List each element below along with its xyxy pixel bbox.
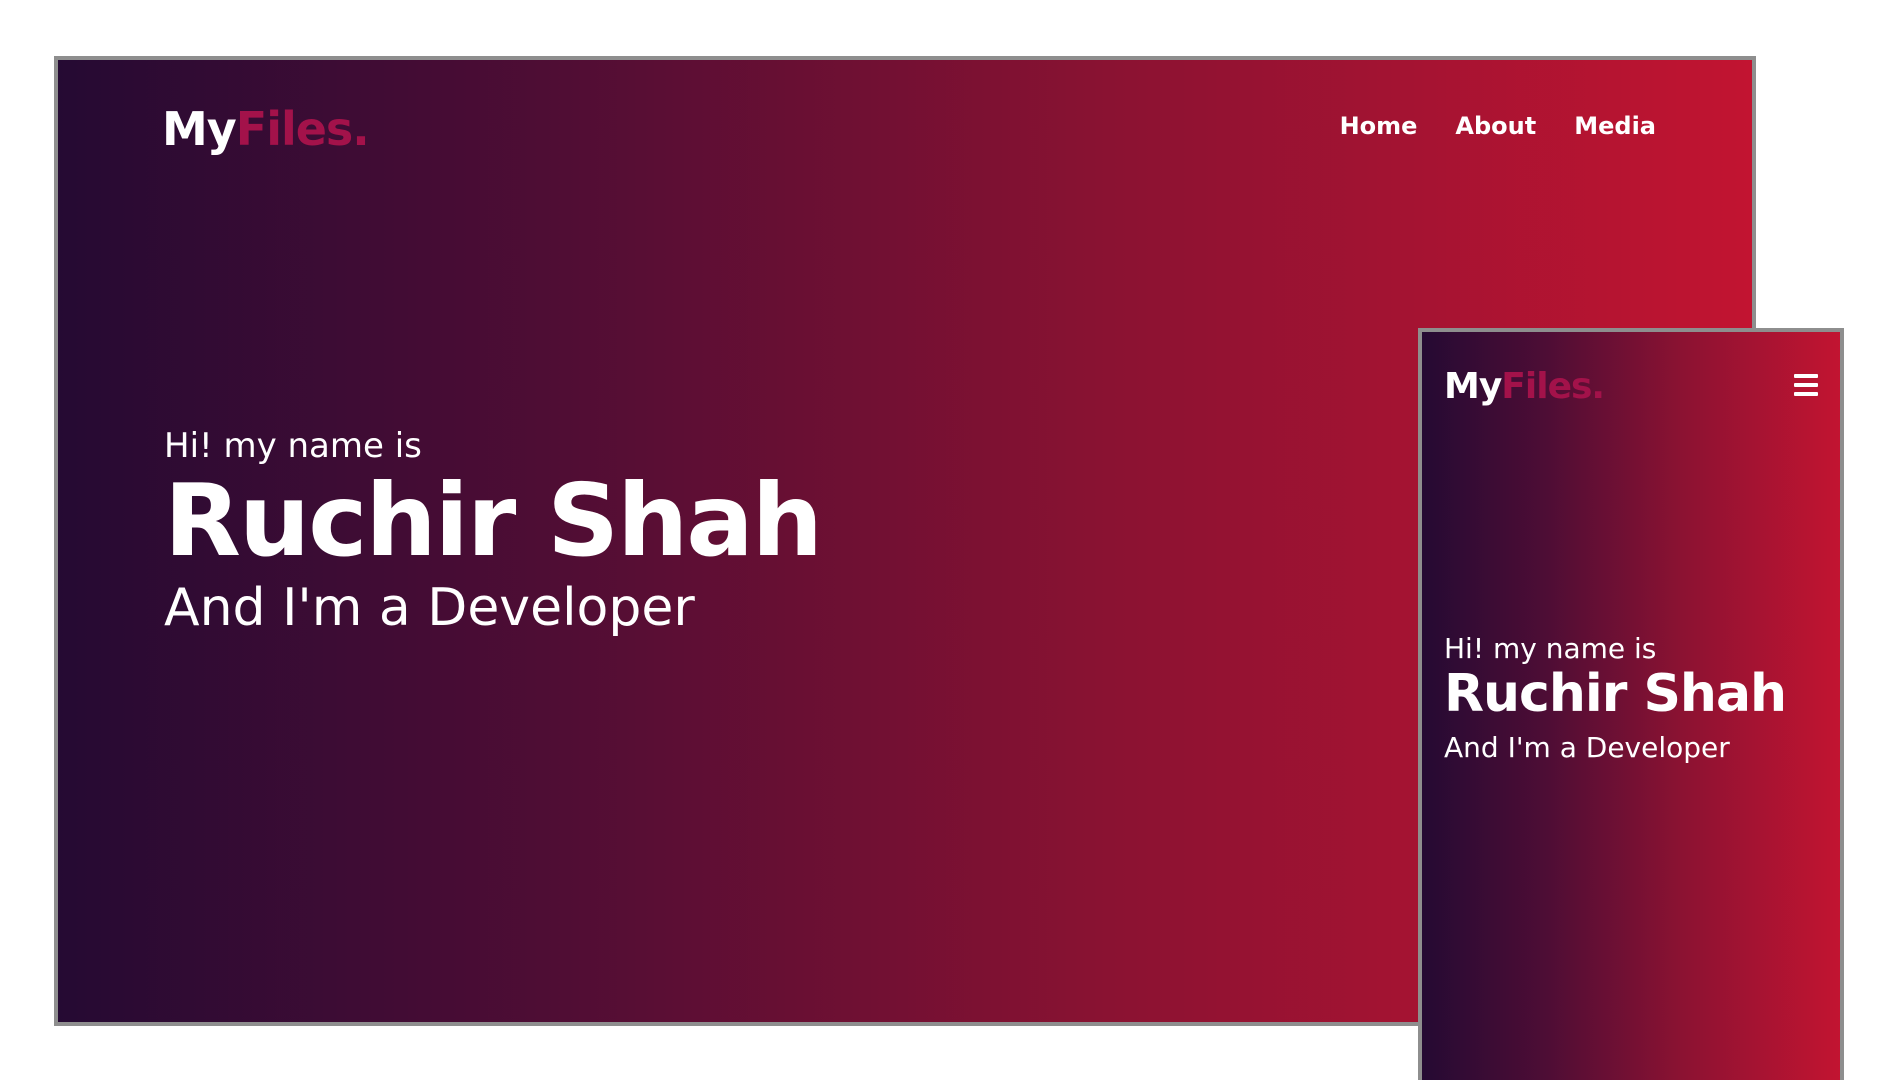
hero-role-text: And I'm a Developer	[1444, 730, 1730, 764]
logo-my-text: My	[1444, 366, 1502, 407]
hero-name-heading: Ruchir Shah	[1444, 664, 1787, 724]
menu-bar	[1794, 374, 1818, 378]
menu-bar	[1794, 383, 1818, 387]
nav-link-media[interactable]: Media	[1574, 112, 1656, 140]
mobile-navbar: MyFiles.	[1422, 332, 1840, 432]
mockup-stage: MyFiles. Home About Media Hi! my name is…	[0, 0, 1896, 1080]
mobile-preview: MyFiles. Hi! my name is Ruchir Shah And …	[1418, 328, 1844, 1080]
desktop-hero: Hi! my name is Ruchir Shah And I'm a Dev…	[164, 426, 823, 638]
nav-link-about[interactable]: About	[1455, 112, 1536, 140]
nav-link-home[interactable]: Home	[1340, 112, 1418, 140]
hero-role-text: And I'm a Developer	[164, 578, 695, 638]
hero-name-heading: Ruchir Shah	[164, 462, 823, 579]
logo-files-text: Files.	[235, 102, 370, 156]
logo-files-text: Files.	[1501, 366, 1605, 407]
hero-intro-text: Hi! my name is	[1444, 632, 1657, 665]
hero-intro-text: Hi! my name is	[164, 426, 422, 466]
desktop-logo[interactable]: MyFiles.	[162, 102, 370, 156]
mobile-hero: Hi! my name is Ruchir Shah And I'm a Dev…	[1444, 632, 1787, 764]
hamburger-menu-icon[interactable]	[1794, 374, 1822, 398]
logo-my-text: My	[162, 102, 237, 156]
mobile-logo[interactable]: MyFiles.	[1444, 366, 1605, 407]
desktop-nav-links: Home About Media	[1340, 112, 1656, 140]
menu-bar	[1794, 392, 1818, 396]
desktop-navbar: MyFiles. Home About Media	[58, 60, 1752, 200]
